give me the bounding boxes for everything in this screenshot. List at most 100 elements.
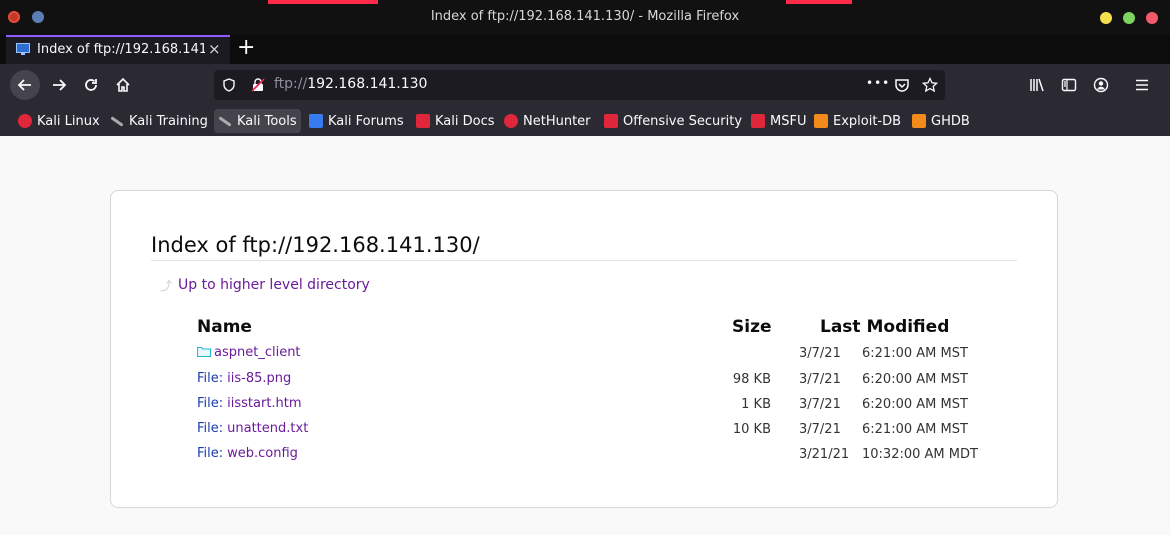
- bookmark-ghdb[interactable]: GHDB: [908, 109, 974, 133]
- arrow-right-icon: [53, 79, 67, 91]
- bookmark-star-icon[interactable]: [922, 77, 938, 93]
- reload-icon: [85, 79, 97, 91]
- entry-date: 3/7/21: [799, 422, 841, 437]
- hamburger-menu-icon[interactable]: [1134, 77, 1150, 93]
- column-header-last-modified[interactable]: Last Modified: [820, 317, 949, 337]
- window-titlebar: Index of ftp://192.168.141.130/ - Mozill…: [0, 0, 1170, 35]
- entry-size: 10 KB: [732, 422, 771, 437]
- library-icon[interactable]: [1029, 77, 1045, 93]
- bookmark-kali-forums[interactable]: Kali Forums: [305, 109, 408, 133]
- bookmark-label: Kali Forums: [328, 113, 404, 129]
- bookmarks-toolbar: Kali Linux Kali Training Kali Tools Kali Fo…: [0, 105, 1170, 136]
- entry-link[interactable]: iisstart.htm: [227, 396, 301, 411]
- entry-date: 3/7/21: [799, 372, 841, 387]
- column-header-name[interactable]: Name: [197, 317, 252, 337]
- file-row: aspnet_client 3/7/21 6:21:00 AM MST: [111, 345, 1057, 369]
- bookmark-offensive-security[interactable]: Offensive Security: [600, 109, 746, 133]
- nethunter-icon: [504, 114, 518, 128]
- titlebar-accent: [268, 0, 378, 4]
- shield-icon[interactable]: [222, 78, 236, 92]
- arrow-left-icon: [17, 79, 31, 91]
- back-button[interactable]: [10, 70, 40, 100]
- bookmark-label: Kali Training: [129, 113, 208, 129]
- bookmark-kali-tools[interactable]: Kali Tools: [214, 109, 301, 133]
- directory-listing-frame: Index of ftp://192.168.141.130/ ⤴ Up to …: [110, 190, 1058, 508]
- kali-docs-icon: [416, 114, 430, 128]
- reload-button[interactable]: [76, 70, 106, 100]
- entry-link[interactable]: aspnet_client: [214, 345, 301, 360]
- entry-date: 3/7/21: [799, 397, 841, 412]
- entry-time: 10:32:00 AM MDT: [862, 447, 978, 462]
- tab-active[interactable]: Index of ftp://192.168.141.130/ ×: [6, 35, 230, 64]
- entry-time: 6:21:00 AM MST: [862, 346, 968, 361]
- entry-link[interactable]: iis-85.png: [227, 371, 291, 386]
- bookmark-label: NetHunter: [523, 113, 591, 129]
- insecure-lock-icon[interactable]: [250, 77, 266, 93]
- file-entry[interactable]: File: web.config: [197, 446, 298, 461]
- bookmark-kali-docs[interactable]: Kali Docs: [412, 109, 499, 133]
- bookmark-label: Kali Tools: [237, 113, 297, 129]
- bookmark-nethunter[interactable]: NetHunter: [500, 109, 595, 133]
- file-prefix: File:: [197, 396, 224, 411]
- home-button[interactable]: [108, 70, 138, 100]
- page-title: Index of ftp://192.168.141.130/: [151, 233, 1017, 261]
- entry-date: 3/21/21: [799, 447, 850, 462]
- entry-time: 6:20:00 AM MST: [862, 372, 968, 387]
- column-header-size[interactable]: Size: [732, 317, 772, 337]
- new-tab-button[interactable]: +: [237, 35, 255, 61]
- bookmark-kali-linux[interactable]: Kali Linux: [14, 109, 104, 133]
- file-entry[interactable]: File: iis-85.png: [197, 371, 291, 386]
- bookmark-label: Kali Linux: [37, 113, 100, 129]
- forward-button[interactable]: [44, 70, 74, 100]
- kali-dragon-icon: [18, 114, 32, 128]
- file-row: File: iis-85.png 98 KB 3/7/21 6:20:00 AM MST: [111, 371, 1057, 395]
- bookmark-label: Exploit-DB: [833, 113, 902, 129]
- file-row: File: web.config 3/21/21 10:32:00 AM MDT: [111, 446, 1057, 470]
- exploitdb-icon: [814, 114, 828, 128]
- entry-time: 6:20:00 AM MST: [862, 397, 968, 412]
- bookmark-kali-training[interactable]: Kali Training: [106, 109, 212, 133]
- bookmark-label: GHDB: [931, 113, 970, 129]
- sidebar-icon[interactable]: [1061, 77, 1077, 93]
- tab-label: Index of ftp://192.168.141.130/: [37, 42, 205, 57]
- entry-link[interactable]: unattend.txt: [227, 421, 308, 436]
- folder-icon: [197, 347, 211, 357]
- offsec-icon: [751, 114, 765, 128]
- maximize-button[interactable]: [1123, 12, 1135, 24]
- up-directory-link[interactable]: Up to higher level directory: [178, 277, 370, 293]
- minimize-button[interactable]: [1100, 12, 1112, 24]
- page-content: Index of ftp://192.168.141.130/ ⤴ Up to …: [0, 136, 1170, 535]
- monitor-icon: [16, 43, 30, 55]
- url-text[interactable]: ftp://192.168.141.130: [274, 76, 427, 92]
- account-icon[interactable]: [1093, 77, 1109, 93]
- directory-entry[interactable]: aspnet_client: [197, 345, 301, 360]
- close-tab-icon[interactable]: ×: [208, 40, 221, 58]
- pocket-icon[interactable]: [894, 77, 910, 93]
- bookmark-label: Offensive Security: [623, 113, 743, 129]
- kali-tool-icon: [218, 115, 232, 127]
- bookmark-label: Kali Docs: [435, 113, 495, 129]
- exploitdb-icon: [912, 114, 926, 128]
- entry-date: 3/7/21: [799, 346, 841, 361]
- page-actions-icon[interactable]: •••: [866, 76, 890, 90]
- window-title: Index of ftp://192.168.141.130/ - Mozill…: [430, 9, 740, 24]
- url-bar[interactable]: ftp://192.168.141.130 •••: [214, 70, 945, 100]
- offsec-icon: [604, 114, 618, 128]
- file-row: File: iisstart.htm 1 KB 3/7/21 6:20:00 AM MS…: [111, 396, 1057, 420]
- file-entry[interactable]: File: unattend.txt: [197, 421, 308, 436]
- file-entry[interactable]: File: iisstart.htm: [197, 396, 302, 411]
- bookmark-exploit-db[interactable]: Exploit-DB: [810, 109, 905, 133]
- tab-strip: Index of ftp://192.168.141.130/ × +: [0, 35, 1170, 64]
- entry-time: 6:21:00 AM MST: [862, 422, 968, 437]
- entry-link[interactable]: web.config: [227, 446, 298, 461]
- file-row: File: unattend.txt 10 KB 3/7/21 6:21:00 AM M…: [111, 421, 1057, 445]
- bookmark-msfu[interactable]: MSFU: [747, 109, 810, 133]
- entry-size: 1 KB: [741, 397, 771, 412]
- file-prefix: File:: [197, 371, 224, 386]
- close-window-button[interactable]: [1146, 12, 1158, 24]
- home-icon: [116, 77, 130, 92]
- titlebar-accent: [786, 0, 852, 4]
- file-prefix: File:: [197, 421, 224, 436]
- kali-forums-icon: [309, 114, 323, 128]
- entry-size: 98 KB: [732, 372, 771, 387]
